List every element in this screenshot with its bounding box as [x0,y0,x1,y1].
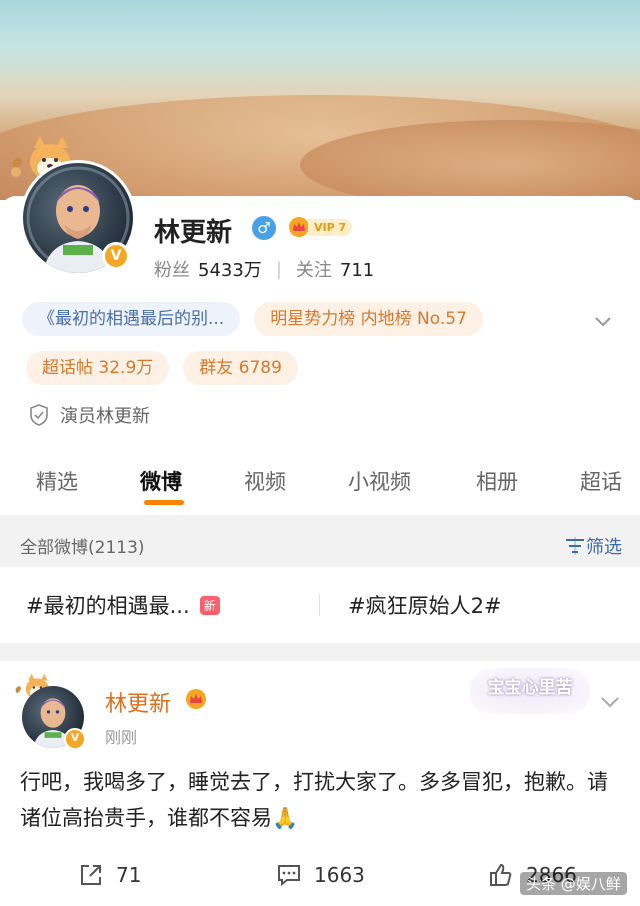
follow-label: 关注 [295,260,332,281]
tab-featured[interactable]: 精选 [36,466,78,496]
post-verified-badge: V [64,728,86,750]
vip-level: VIP 7 [308,218,353,236]
tab-weibo[interactable]: 微博 [140,466,182,496]
filter-icon [566,537,584,555]
verified-v-badge: V [102,242,130,270]
verification-info: 演员林更新 [28,402,150,428]
feed-divider [0,643,640,661]
super-topic-chip[interactable]: 超话帖 32.9万 [26,351,170,385]
topic-drama[interactable]: #最初的相遇最... 新 [26,590,220,620]
fans-label: 粉丝 [154,260,190,281]
crown-icon [186,689,206,709]
new-badge: 新 [199,596,220,615]
active-tab-indicator [144,500,184,505]
post-timestamp: 刚刚 [105,728,138,747]
tab-short-videos[interactable]: 小视频 [348,466,411,496]
filter-label: 筛选 [586,537,622,558]
vip-badge[interactable]: VIP 7 [288,216,353,238]
crown-icon [289,217,309,237]
topic-croods[interactable]: #疯狂原始人2# [348,590,502,620]
repost-button[interactable]: 71 [78,862,141,888]
verification-text: 演员林更新 [60,406,150,427]
fans-count: 5433万 [198,260,262,281]
shield-icon [30,404,48,426]
group-chip[interactable]: 群友 6789 [183,351,298,385]
tab-super-topic[interactable]: 超话 [580,466,622,496]
repost-icon [81,865,101,885]
fans-stat[interactable]: 粉丝 5433万 [154,256,262,282]
filter-button[interactable]: 筛选 [564,533,622,559]
comment-button[interactable]: 1663 [276,862,365,888]
card-sticker: 宝宝心里苦 [470,668,590,714]
repost-count: 71 [116,863,142,887]
drama-chip[interactable]: 《最初的相遇最后的别... [22,302,241,336]
profile-chips-row1: 《最初的相遇最后的别... 明星势力榜 内地榜 No.57 [22,302,483,336]
comment-icon [278,865,300,887]
all-posts-count: 全部微博(2113) [20,538,145,558]
profile-name: 林更新 [154,218,233,248]
profile-chips-row2: 超话帖 32.9万 群友 6789 [26,351,298,385]
profile-stats: 粉丝 5433万 | 关注 711 [154,256,374,282]
post-body: 行吧，我喝多了，睡觉去了，打扰大家了。多多冒犯，抱歉。请诸位高抬贵手，谁都不容易… [20,770,608,830]
follow-stat[interactable]: 关注 711 [296,256,374,282]
watermark: 头条 @娱八鲜 [520,872,627,895]
topic-divider [319,594,320,616]
follow-count: 711 [339,260,375,281]
stats-divider: | [275,258,282,280]
profile-avatar[interactable]: V [20,160,136,276]
chevron-down-icon[interactable] [592,310,614,332]
topic-drama-text: #最初的相遇最... [26,594,190,618]
tab-albums[interactable]: 相册 [476,466,518,496]
comment-count: 1663 [314,863,365,887]
gender-male-icon: ♂ [252,216,276,240]
thumbs-up-icon [490,863,512,886]
star-rank-chip[interactable]: 明星势力榜 内地榜 No.57 [254,302,483,336]
post-author-name[interactable]: 林更新 [105,686,171,718]
tab-videos[interactable]: 视频 [244,466,286,496]
chevron-down-icon[interactable] [598,690,622,714]
